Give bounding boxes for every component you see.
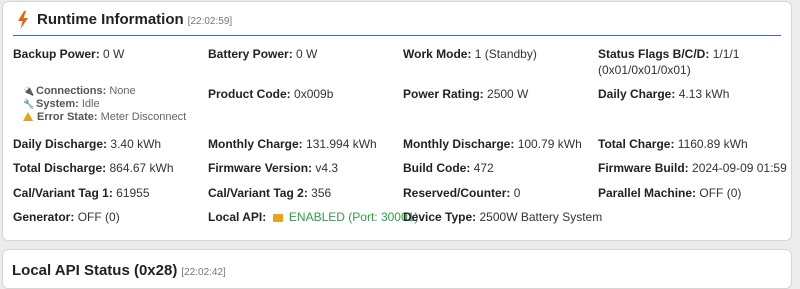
monthly-charge-value: 131.994 kWh: [306, 137, 377, 151]
connections-label: Connections:: [36, 85, 107, 97]
runtime-card-header: Runtime Information [22:02:59]: [13, 2, 781, 36]
daily-discharge-label: Daily Discharge:: [13, 137, 108, 151]
reserved-counter-value: 0: [513, 186, 521, 200]
generator-value: OFF (0): [77, 210, 120, 224]
local-api-status-title: Local API Status (0x28) [22:02:42]: [12, 262, 226, 279]
status-flags-value: 1/1/1: [712, 47, 740, 61]
firmware-version-field: Firmware Version: v4.3: [208, 160, 338, 176]
device-type-field: Device Type: 2500W Battery System: [403, 209, 602, 225]
build-code-label: Build Code:: [403, 161, 471, 175]
parallel-machine-label: Parallel Machine:: [598, 186, 697, 200]
error-state-status: Error State: Meter Disconnect: [23, 111, 186, 124]
monthly-discharge-label: Monthly Discharge:: [403, 137, 515, 151]
device-type-value: 2500W Battery System: [479, 210, 603, 224]
firmware-build-label: Firmware Build:: [598, 161, 689, 175]
parallel-machine-field: Parallel Machine: OFF (0): [598, 185, 741, 201]
runtime-timestamp: [22:02:59]: [187, 16, 233, 27]
daily-charge-value: 4.13 kWh: [678, 87, 730, 101]
runtime-title-text: Runtime Information: [37, 11, 184, 28]
local-api-value: ENABLED (Port: 30001): [288, 210, 419, 224]
lock-icon: [272, 214, 283, 222]
firmware-build-field: Firmware Build: 2024-09-09 01:59: [598, 160, 787, 176]
cal-tag1-value: 61955: [116, 186, 150, 200]
battery-power-label: Battery Power:: [208, 47, 293, 61]
warning-icon: [23, 112, 33, 121]
connections-status: 🔌 Connections: None: [23, 85, 136, 98]
total-charge-value: 1160.89 kWh: [677, 137, 748, 151]
runtime-information-card: Runtime Information [22:02:59] Backup Pow…: [2, 1, 792, 241]
total-discharge-label: Total Discharge:: [13, 161, 107, 175]
backup-power-field: Backup Power: 0 W: [13, 46, 124, 62]
daily-charge-label: Daily Charge:: [598, 87, 676, 101]
connections-value: None: [109, 85, 136, 97]
firmware-build-value: 2024-09-09 01:59: [692, 161, 787, 175]
power-rating-field: Power Rating: 2500 W: [403, 86, 528, 102]
power-rating-value: 2500 W: [487, 87, 529, 101]
work-mode-value: 1 (Standby): [474, 47, 537, 61]
status-flags-field: Status Flags B/C/D: 1/1/1 (0x01/0x01/0x0…: [598, 46, 739, 78]
monthly-discharge-value: 100.79 kWh: [517, 137, 582, 151]
daily-charge-field: Daily Charge: 4.13 kWh: [598, 86, 729, 102]
status-flags-hex-value: (0x01/0x01/0x01): [598, 63, 691, 77]
work-mode-field: Work Mode: 1 (Standby): [403, 46, 537, 62]
power-rating-label: Power Rating:: [403, 87, 484, 101]
total-charge-label: Total Charge:: [598, 137, 675, 151]
battery-power-value: 0 W: [296, 47, 318, 61]
work-mode-label: Work Mode:: [403, 47, 472, 61]
battery-power-field: Battery Power: 0 W: [208, 46, 317, 62]
backup-power-value: 0 W: [103, 47, 125, 61]
system-label: System:: [36, 98, 79, 110]
local-api-status-card: Local API Status (0x28) [22:02:42]: [2, 249, 792, 289]
build-code-field: Build Code: 472: [403, 160, 494, 176]
status-flags-label: Status Flags B/C/D:: [598, 47, 710, 61]
monthly-discharge-field: Monthly Discharge: 100.79 kWh: [403, 136, 582, 152]
error-state-label: Error State:: [37, 111, 98, 123]
cal-tag2-label: Cal/Variant Tag 2:: [208, 186, 308, 200]
reserved-counter-label: Reserved/Counter:: [403, 186, 511, 200]
total-discharge-field: Total Discharge: 864.67 kWh: [13, 160, 174, 176]
cal-tag2-field: Cal/Variant Tag 2: 356: [208, 185, 331, 201]
build-code-value: 472: [473, 161, 494, 175]
monthly-charge-field: Monthly Charge: 131.994 kWh: [208, 136, 377, 152]
plug-icon: 🔌: [23, 86, 35, 96]
system-status: 🔧 System: Idle: [23, 98, 100, 111]
system-value: Idle: [81, 98, 100, 110]
daily-discharge-field: Daily Discharge: 3.40 kWh: [13, 136, 161, 152]
device-type-label: Device Type:: [403, 210, 477, 224]
backup-power-label: Backup Power:: [13, 47, 100, 61]
total-discharge-value: 864.67 kWh: [109, 161, 174, 175]
total-charge-field: Total Charge: 1160.89 kWh: [598, 136, 748, 152]
local-api-status-timestamp: [22:02:42]: [181, 267, 226, 278]
firmware-version-value: v4.3: [315, 161, 339, 175]
cal-tag1-label: Cal/Variant Tag 1:: [13, 186, 113, 200]
local-api-label: Local API:: [208, 210, 267, 224]
monthly-charge-label: Monthly Charge:: [208, 137, 303, 151]
wrench-icon: 🔧: [23, 99, 35, 109]
firmware-version-label: Firmware Version:: [208, 161, 313, 175]
product-code-value: 0x009b: [294, 87, 334, 101]
reserved-counter-field: Reserved/Counter: 0: [403, 185, 520, 201]
daily-discharge-value: 3.40 kWh: [110, 137, 162, 151]
error-state-value: Meter Disconnect: [100, 111, 187, 123]
cal-tag2-value: 356: [311, 186, 332, 200]
generator-label: Generator:: [13, 210, 75, 224]
local-api-field: Local API: ENABLED (Port: 30001): [208, 209, 418, 225]
runtime-card-title: Runtime Information [22:02:59]: [37, 11, 232, 28]
product-code-label: Product Code:: [208, 87, 291, 101]
product-code-field: Product Code: 0x009b: [208, 86, 333, 102]
parallel-machine-value: OFF (0): [699, 186, 742, 200]
generator-field: Generator: OFF (0): [13, 209, 120, 225]
local-api-status-title-text: Local API Status (0x28): [12, 262, 178, 279]
lightning-bolt-icon: [18, 11, 28, 29]
cal-tag1-field: Cal/Variant Tag 1: 61955: [13, 185, 150, 201]
